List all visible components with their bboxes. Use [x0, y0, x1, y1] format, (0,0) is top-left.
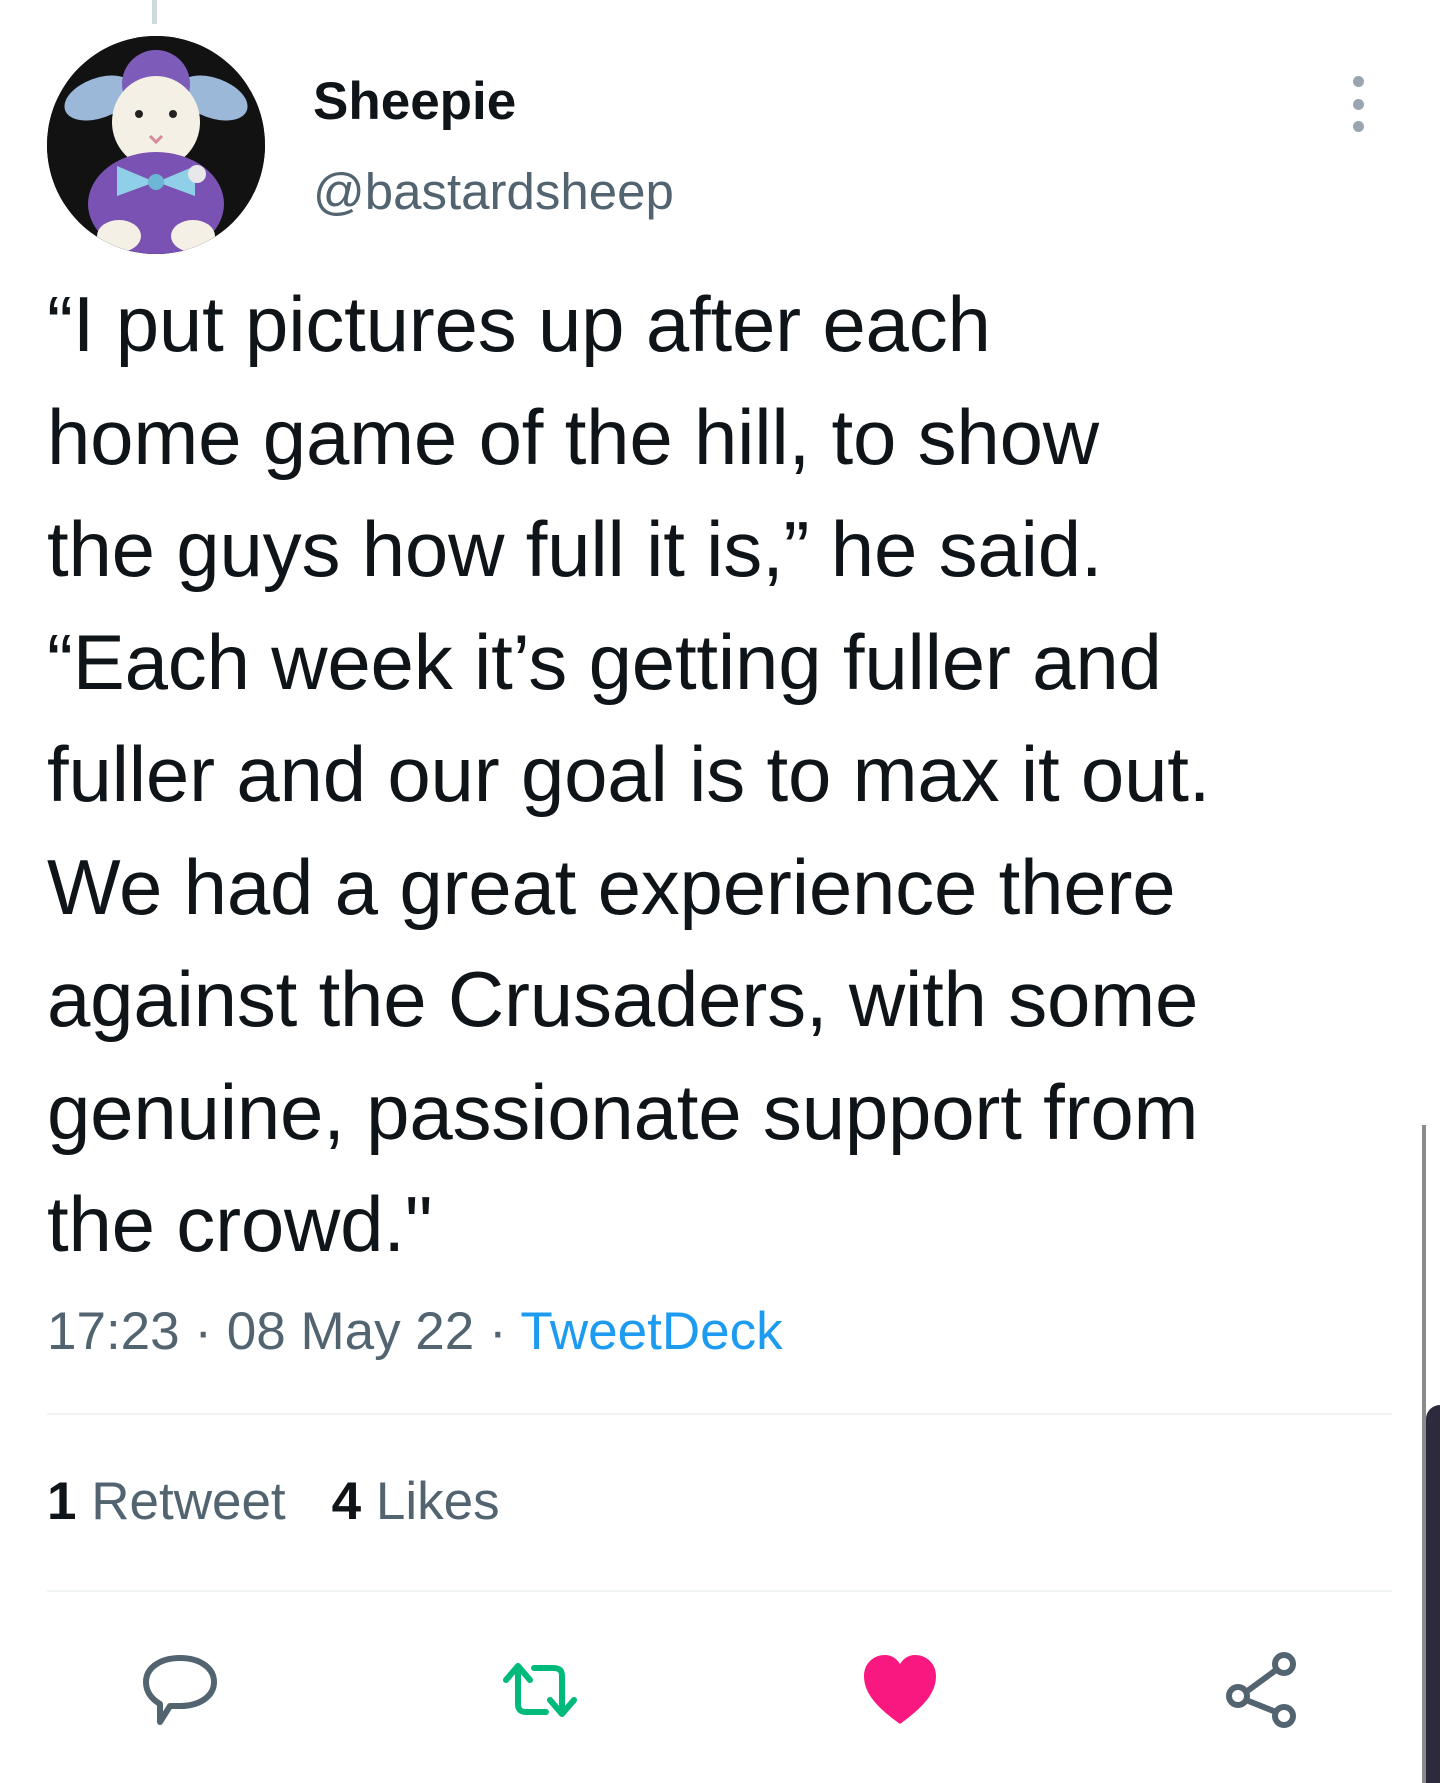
more-dot-icon: [1352, 121, 1364, 132]
tweet-text-line: home game of the hill, to show: [47, 392, 1099, 481]
share-icon: [1226, 1652, 1296, 1728]
retweets-label: Retweet: [91, 1472, 286, 1531]
author-display-name[interactable]: Sheepie: [313, 70, 516, 134]
tweet-text-line: genuine, passionate support from: [47, 1067, 1199, 1156]
tweet-text-line: “Each week it’s getting fuller and: [47, 617, 1162, 706]
tweet-text: “I put pictures up after each home game …: [47, 268, 1417, 1281]
tweet-text-line: We had a great experience there: [47, 842, 1176, 931]
tweet-text-line: the guys how full it is,” he said.: [47, 505, 1103, 593]
tweet-text-line: against the Crusaders, with some: [47, 955, 1199, 1043]
sheep-plush-image: [47, 36, 265, 254]
tweet-text-line: the crowd.": [47, 1180, 433, 1268]
tweet-text-line: fuller and our goal is to max it out.: [47, 730, 1211, 818]
share-button[interactable]: [1222, 1650, 1302, 1730]
retweet-button[interactable]: [500, 1650, 580, 1730]
more-options-button[interactable]: [1338, 76, 1378, 132]
reply-button[interactable]: [140, 1650, 220, 1730]
likes-count: 4: [331, 1472, 362, 1531]
more-dot-icon: [1352, 76, 1364, 87]
more-dot-icon: [1352, 98, 1364, 110]
author-handle[interactable]: @bastardsheep: [313, 160, 674, 224]
like-button[interactable]: [860, 1650, 940, 1730]
retweet-icon: [503, 1663, 577, 1717]
scrollbar-thumb[interactable]: [1426, 1405, 1440, 1783]
meta-separator: ·: [194, 1302, 213, 1361]
reply-icon: [143, 1655, 217, 1725]
heart-icon: [864, 1655, 936, 1724]
tweet-date[interactable]: 08 May 22: [227, 1302, 474, 1361]
tweet-text-line: “I put pictures up after each: [47, 280, 991, 368]
tweet-source-link[interactable]: TweetDeck: [520, 1302, 782, 1361]
tweet-metadata: 17:23 · 08 May 22 · TweetDeck: [47, 1300, 783, 1364]
thread-connector-line: [152, 0, 157, 24]
author-avatar[interactable]: [47, 36, 265, 254]
divider: [47, 1413, 1392, 1415]
retweets-count: 1: [47, 1472, 77, 1531]
divider: [47, 1590, 1392, 1592]
engagement-stats: 1 Retweet 4 Likes: [47, 1470, 500, 1534]
likes-stat[interactable]: 4 Likes: [332, 1472, 500, 1531]
meta-separator: ·: [488, 1302, 507, 1361]
likes-label: Likes: [375, 1472, 500, 1531]
tweet-time[interactable]: 17:23: [47, 1302, 180, 1361]
retweets-stat[interactable]: 1 Retweet: [47, 1472, 286, 1531]
